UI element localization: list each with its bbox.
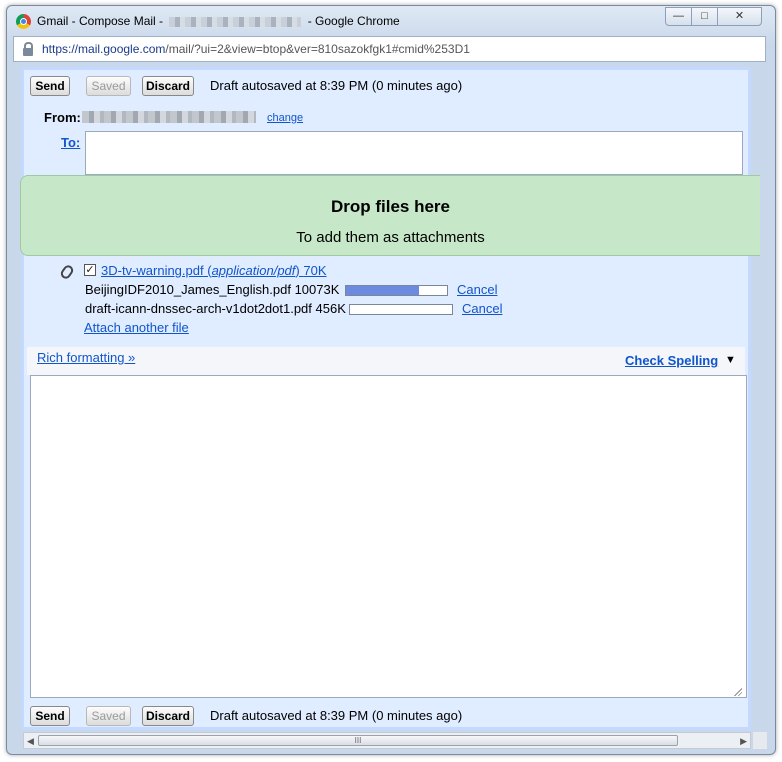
attach-another-file-link[interactable]: Attach another file xyxy=(84,320,189,335)
send-button-bottom[interactable]: Send xyxy=(30,706,70,726)
autosave-status-top: Draft autosaved at 8:39 PM (0 minutes ag… xyxy=(210,78,463,93)
chrome-icon xyxy=(16,14,31,29)
title-bar: Gmail - Compose Mail - - Google Chrome —… xyxy=(7,6,775,36)
saved-button-bottom[interactable]: Saved xyxy=(86,706,131,726)
attached-file-name: 3D-tv-warning.pdf xyxy=(101,263,204,278)
drop-zone-title: Drop files here xyxy=(330,197,451,216)
attached-file-size: 70K xyxy=(303,263,327,278)
title-suffix: - Google Chrome xyxy=(304,14,400,28)
browser-window: Gmail - Compose Mail - - Google Chrome —… xyxy=(6,5,776,755)
message-body[interactable] xyxy=(30,375,747,698)
lock-icon xyxy=(23,42,33,56)
from-label: From: xyxy=(44,110,81,125)
from-address-redacted xyxy=(82,111,256,123)
discard-button-top[interactable]: Discard xyxy=(142,76,194,96)
upload-progress-2 xyxy=(349,304,453,315)
scroll-corner xyxy=(753,732,767,749)
compose-frame: Send Saved Discard Draft autosaved at 8:… xyxy=(21,67,751,730)
upload-progress-1 xyxy=(345,285,448,296)
attached-file-link[interactable]: 3D-tv-warning.pdf (application/pdf) 70K xyxy=(101,263,327,278)
attached-file: 3D-tv-warning.pdf (application/pdf) 70K xyxy=(101,263,327,278)
body-resize-grip-icon[interactable] xyxy=(734,688,742,696)
address-bar[interactable]: https://mail.google.com/mail/?ui=2&view=… xyxy=(13,36,766,62)
close-button[interactable]: ✕ xyxy=(717,7,762,26)
cancel-upload-1[interactable]: Cancel xyxy=(457,282,497,297)
minimize-button[interactable]: — xyxy=(665,7,692,26)
drop-zone[interactable]: Drop files here To add them as attachmen… xyxy=(20,175,760,256)
upload-name-1: BeijingIDF2010_James_English.pdf 10073K xyxy=(85,282,340,297)
redacted-subject xyxy=(169,16,302,27)
scrollbar-thumb[interactable]: III xyxy=(38,735,678,746)
attached-file-type: application/pdf xyxy=(211,263,296,278)
paperclip-icon xyxy=(58,263,76,281)
attachment-checkbox[interactable]: ✓ xyxy=(84,264,96,276)
scroll-right-icon[interactable]: ▶ xyxy=(740,736,747,747)
saved-button-top[interactable]: Saved xyxy=(86,76,131,96)
scroll-left-icon[interactable]: ◀ xyxy=(27,736,34,747)
change-from-link[interactable]: change xyxy=(267,112,303,124)
to-field[interactable] xyxy=(85,131,743,175)
discard-button-bottom[interactable]: Discard xyxy=(142,706,194,726)
to-link[interactable]: To: xyxy=(61,135,80,150)
drop-zone-subtitle: To add them as attachments xyxy=(296,229,485,246)
compose-panel: Send Saved Discard Draft autosaved at 8:… xyxy=(24,70,748,727)
rich-formatting-link[interactable]: Rich formatting » xyxy=(37,350,135,365)
horizontal-scrollbar[interactable]: ◀ III ▶ xyxy=(23,732,751,749)
chevron-down-icon[interactable]: ▼ xyxy=(725,354,736,366)
upload-progress-fill-1 xyxy=(346,286,419,295)
url-text[interactable]: https://mail.google.com/mail/?ui=2&view=… xyxy=(42,42,470,56)
check-spelling-link[interactable]: Check Spelling xyxy=(625,353,718,368)
maximize-button[interactable]: □ xyxy=(691,7,718,26)
window-title: Gmail - Compose Mail - - Google Chrome xyxy=(37,14,400,28)
autosave-status-bottom: Draft autosaved at 8:39 PM (0 minutes ag… xyxy=(210,708,463,723)
url-host: https://mail.google.com xyxy=(42,42,166,56)
send-button-top[interactable]: Send xyxy=(30,76,70,96)
url-path: /mail/?ui=2&view=btop&ver=810sazokfgk1#c… xyxy=(165,42,470,56)
editor-toolbar: Rich formatting » Check Spelling ▼ xyxy=(27,347,745,375)
upload-name-2: draft-icann-dnssec-arch-v1dot2dot1.pdf 4… xyxy=(85,301,346,316)
cancel-upload-2[interactable]: Cancel xyxy=(462,301,502,316)
title-prefix: Gmail - Compose Mail - xyxy=(37,14,167,28)
